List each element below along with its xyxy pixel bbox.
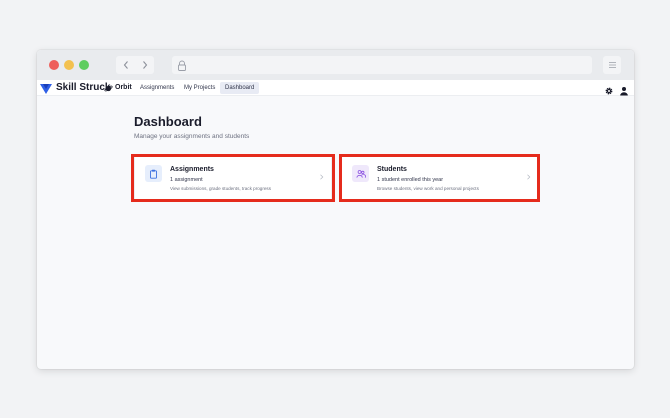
forward-arrow-icon[interactable]	[135, 56, 154, 74]
orbit-icon	[104, 85, 113, 91]
brand-name[interactable]: Skill Struck	[56, 81, 110, 95]
skill-struck-logo[interactable]	[39, 82, 53, 100]
browser-chrome	[37, 50, 634, 80]
nav-dashboard[interactable]: Dashboard	[220, 82, 260, 94]
back-arrow-icon[interactable]	[116, 56, 135, 74]
lock-icon	[177, 59, 187, 77]
history-nav	[116, 56, 154, 74]
maximize-window-button[interactable]	[79, 60, 89, 70]
minimize-window-button[interactable]	[64, 60, 74, 70]
close-window-button[interactable]	[49, 60, 59, 70]
page-subtitle: Manage your assignments and students	[134, 133, 250, 140]
students-highlight-box	[339, 154, 540, 202]
page-title: Dashboard	[134, 114, 202, 129]
orbit-label: Orbit	[115, 84, 132, 91]
app-header: Skill Struck Orbit Assignments My Projec…	[37, 80, 634, 96]
user-profile-icon[interactable]	[619, 83, 629, 101]
nav-assignments[interactable]: Assignments	[140, 83, 174, 93]
nav-my-projects[interactable]: My Projects	[184, 83, 215, 93]
gear-icon[interactable]	[604, 83, 614, 101]
address-bar[interactable]	[172, 56, 592, 74]
browser-window: Skill Struck Orbit Assignments My Projec…	[37, 50, 634, 369]
orbit-product[interactable]: Orbit	[104, 82, 132, 94]
hamburger-menu-icon[interactable]	[603, 56, 621, 74]
assignments-highlight-box	[131, 154, 335, 202]
